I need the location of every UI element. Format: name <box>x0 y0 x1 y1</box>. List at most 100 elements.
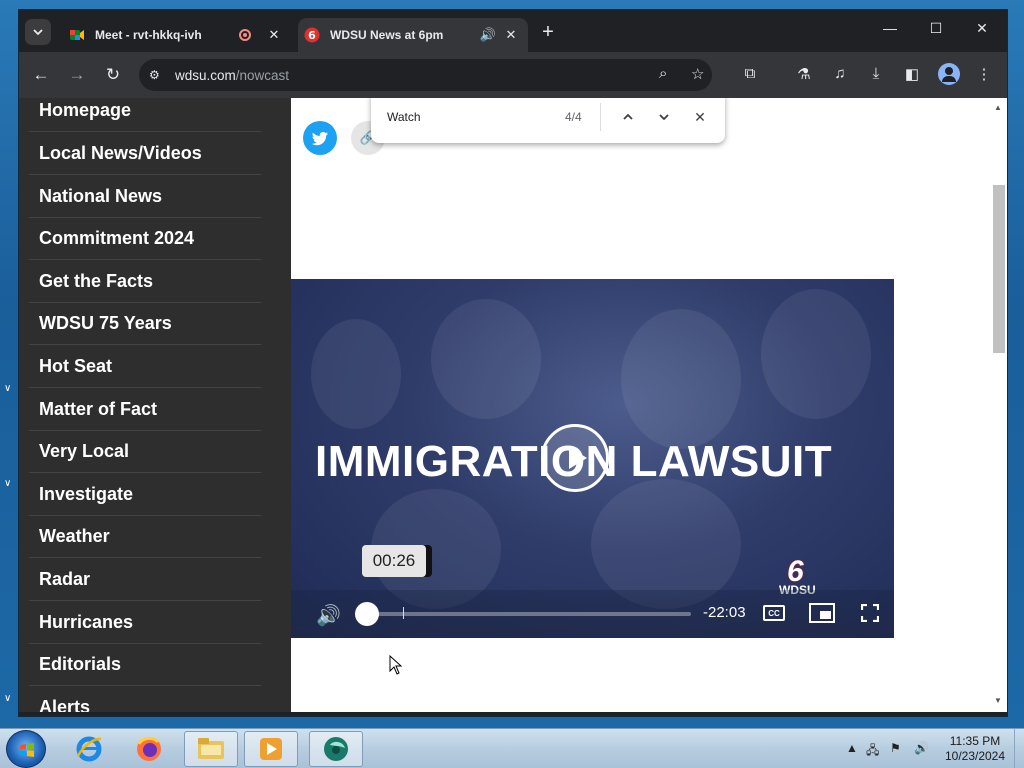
media-control-icon[interactable]: ♫ <box>829 65 851 82</box>
taskbar-media-player[interactable] <box>244 731 298 767</box>
hover-time-tooltip: 00:26 <box>362 545 426 577</box>
tray-expand-icon[interactable]: ▲ <box>846 741 858 755</box>
scrollbar-thumb[interactable] <box>993 185 1005 353</box>
side-panel-icon[interactable]: ◧ <box>901 65 923 83</box>
nav-item-wdsu-75-years[interactable]: WDSU 75 Years <box>29 302 261 345</box>
show-desktop-button[interactable] <box>1014 729 1024 768</box>
page-viewport: Homepage Local News/Videos National News… <box>19 98 1007 712</box>
windows-taskbar: ▲ 🖧 ⚑ 🔊 11:35 PM 10/23/2024 <box>0 728 1024 768</box>
volume-tray-icon[interactable]: 🔊 <box>914 741 929 755</box>
nav-item-hot-seat[interactable]: Hot Seat <box>29 345 261 388</box>
site-nav-sidebar: Homepage Local News/Videos National News… <box>19 98 291 712</box>
closed-captions-icon[interactable]: CC <box>763 605 785 621</box>
browser-toolbar: ← → ↻ ⚙ wdsu.com/nowcast ⌕ ☆ ⧉ ⚗ ♫ ⤓ ◧ ⋮ <box>19 52 1007 98</box>
video-frame-figure <box>311 319 401 429</box>
desktop-edge-mark: ∨ <box>4 383 12 394</box>
address-bar[interactable]: ⚙ wdsu.com/nowcast ⌕ ☆ <box>139 59 712 91</box>
seek-handle[interactable] <box>355 602 379 626</box>
speaker-icon[interactable]: 🔊 <box>480 27 496 43</box>
tab-meet[interactable]: Meet - rvt-hkkq-ivh ✕ <box>63 18 291 52</box>
video-frame-figure <box>431 299 541 419</box>
nav-item-hurricanes[interactable]: Hurricanes <box>29 601 261 644</box>
extensions-icon[interactable]: ⧉ <box>739 65 761 82</box>
nav-item-national-news[interactable]: National News <box>29 175 261 218</box>
forward-button[interactable]: → <box>65 64 89 86</box>
minimize-button[interactable]: — <box>867 20 913 36</box>
find-previous-button[interactable] <box>617 106 639 128</box>
download-icon[interactable]: ⤓ <box>865 65 887 82</box>
find-input[interactable]: Watch <box>387 110 421 124</box>
nav-item-local-news[interactable]: Local News/Videos <box>29 132 261 175</box>
tab-wdsu[interactable]: 6 WDSU News at 6pm 🔊 ✕ <box>298 18 528 52</box>
media-player-icon <box>260 738 282 760</box>
find-close-button[interactable]: ✕ <box>689 106 711 128</box>
reload-button[interactable]: ↻ <box>101 64 125 86</box>
volume-icon[interactable]: 🔊 <box>316 603 341 628</box>
close-icon[interactable]: ✕ <box>500 27 522 43</box>
labs-flask-icon[interactable]: ⚗ <box>793 65 815 83</box>
mouse-cursor-icon <box>389 655 403 675</box>
twitter-bird-icon <box>311 131 328 146</box>
new-tab-button[interactable]: + <box>537 21 559 43</box>
close-window-button[interactable]: ✕ <box>959 20 1005 37</box>
nav-item-matter-of-fact[interactable]: Matter of Fact <box>29 388 261 431</box>
menu-kebab-icon[interactable]: ⋮ <box>973 65 995 83</box>
chevron-up-icon <box>623 113 633 120</box>
nav-item-homepage[interactable]: Homepage <box>29 98 261 132</box>
video-controls: 🔊 -22:03 CC <box>291 590 894 638</box>
taskbar-firefox[interactable] <box>122 731 176 767</box>
nav-item-editorials[interactable]: Editorials <box>29 643 261 686</box>
tab-search-button[interactable] <box>25 19 51 45</box>
page-search-icon[interactable]: ⌕ <box>659 65 667 82</box>
wdsu-icon: 6 <box>304 27 320 43</box>
twitter-share-button[interactable] <box>303 121 337 155</box>
nav-item-very-local[interactable]: Very Local <box>29 430 261 473</box>
browser-window: Meet - rvt-hkkq-ivh ✕ 6 WDSU News at 6pm… <box>18 9 1008 717</box>
nav-item-commitment-2024[interactable]: Commitment 2024 <box>29 217 261 260</box>
bookmark-star-icon[interactable]: ☆ <box>691 65 704 83</box>
nav-item-get-the-facts[interactable]: Get the Facts <box>29 260 261 303</box>
google-meet-icon <box>70 30 84 40</box>
video-frame-figure <box>761 289 871 419</box>
site-info-icon[interactable]: ⚙ <box>149 68 169 82</box>
nav-item-radar[interactable]: Radar <box>29 558 261 601</box>
page-scrollbar[interactable]: ▲ ▼ <box>991 98 1007 712</box>
video-player[interactable]: IMMIGRATION LAWSUIT 00:26 6 WDSU 🔊 -22:0… <box>291 279 894 638</box>
nav-item-weather[interactable]: Weather <box>29 515 261 558</box>
internet-explorer-icon <box>76 736 102 762</box>
nav-item-investigate[interactable]: Investigate <box>29 473 261 516</box>
find-match-count: 4/4 <box>565 110 582 124</box>
find-next-button[interactable] <box>653 106 675 128</box>
firefox-icon <box>137 736 161 761</box>
taskbar-internet-explorer[interactable] <box>62 731 116 767</box>
chrome-app-icon <box>324 737 348 761</box>
svg-text:6: 6 <box>308 29 316 42</box>
start-button[interactable] <box>6 730 46 768</box>
back-button[interactable]: ← <box>29 64 53 86</box>
clock-date: 10/23/2024 <box>944 749 1006 763</box>
taskbar-file-explorer[interactable] <box>184 731 238 767</box>
taskbar-chrome[interactable] <box>309 731 363 767</box>
network-icon[interactable]: 🖧 <box>866 741 879 762</box>
chevron-down-icon <box>659 114 669 121</box>
maximize-button[interactable]: ☐ <box>913 20 959 37</box>
close-icon[interactable]: ✕ <box>263 27 285 43</box>
time-remaining: -22:03 <box>703 604 746 621</box>
profile-avatar-icon[interactable] <box>938 63 960 85</box>
system-clock[interactable]: 11:35 PM 10/23/2024 <box>942 734 1008 764</box>
scroll-down-arrow-icon[interactable]: ▼ <box>994 696 1002 705</box>
tab-title: Meet - rvt-hkkq-ivh <box>95 28 202 42</box>
picture-in-picture-icon[interactable] <box>809 603 835 623</box>
nav-item-alerts[interactable]: Alerts <box>29 686 261 713</box>
tab-title: WDSU News at 6pm <box>330 28 444 42</box>
play-button[interactable] <box>541 424 609 492</box>
folder-icon <box>198 738 224 759</box>
chevron-down-icon <box>33 29 43 36</box>
action-center-flag-icon[interactable]: ⚑ <box>890 741 901 755</box>
find-divider <box>600 103 601 131</box>
video-frame-figure <box>621 309 741 449</box>
seek-hover-marker <box>403 607 404 619</box>
fullscreen-icon[interactable] <box>861 604 879 622</box>
scroll-up-arrow-icon[interactable]: ▲ <box>994 103 1002 112</box>
seek-bar[interactable] <box>357 612 691 616</box>
